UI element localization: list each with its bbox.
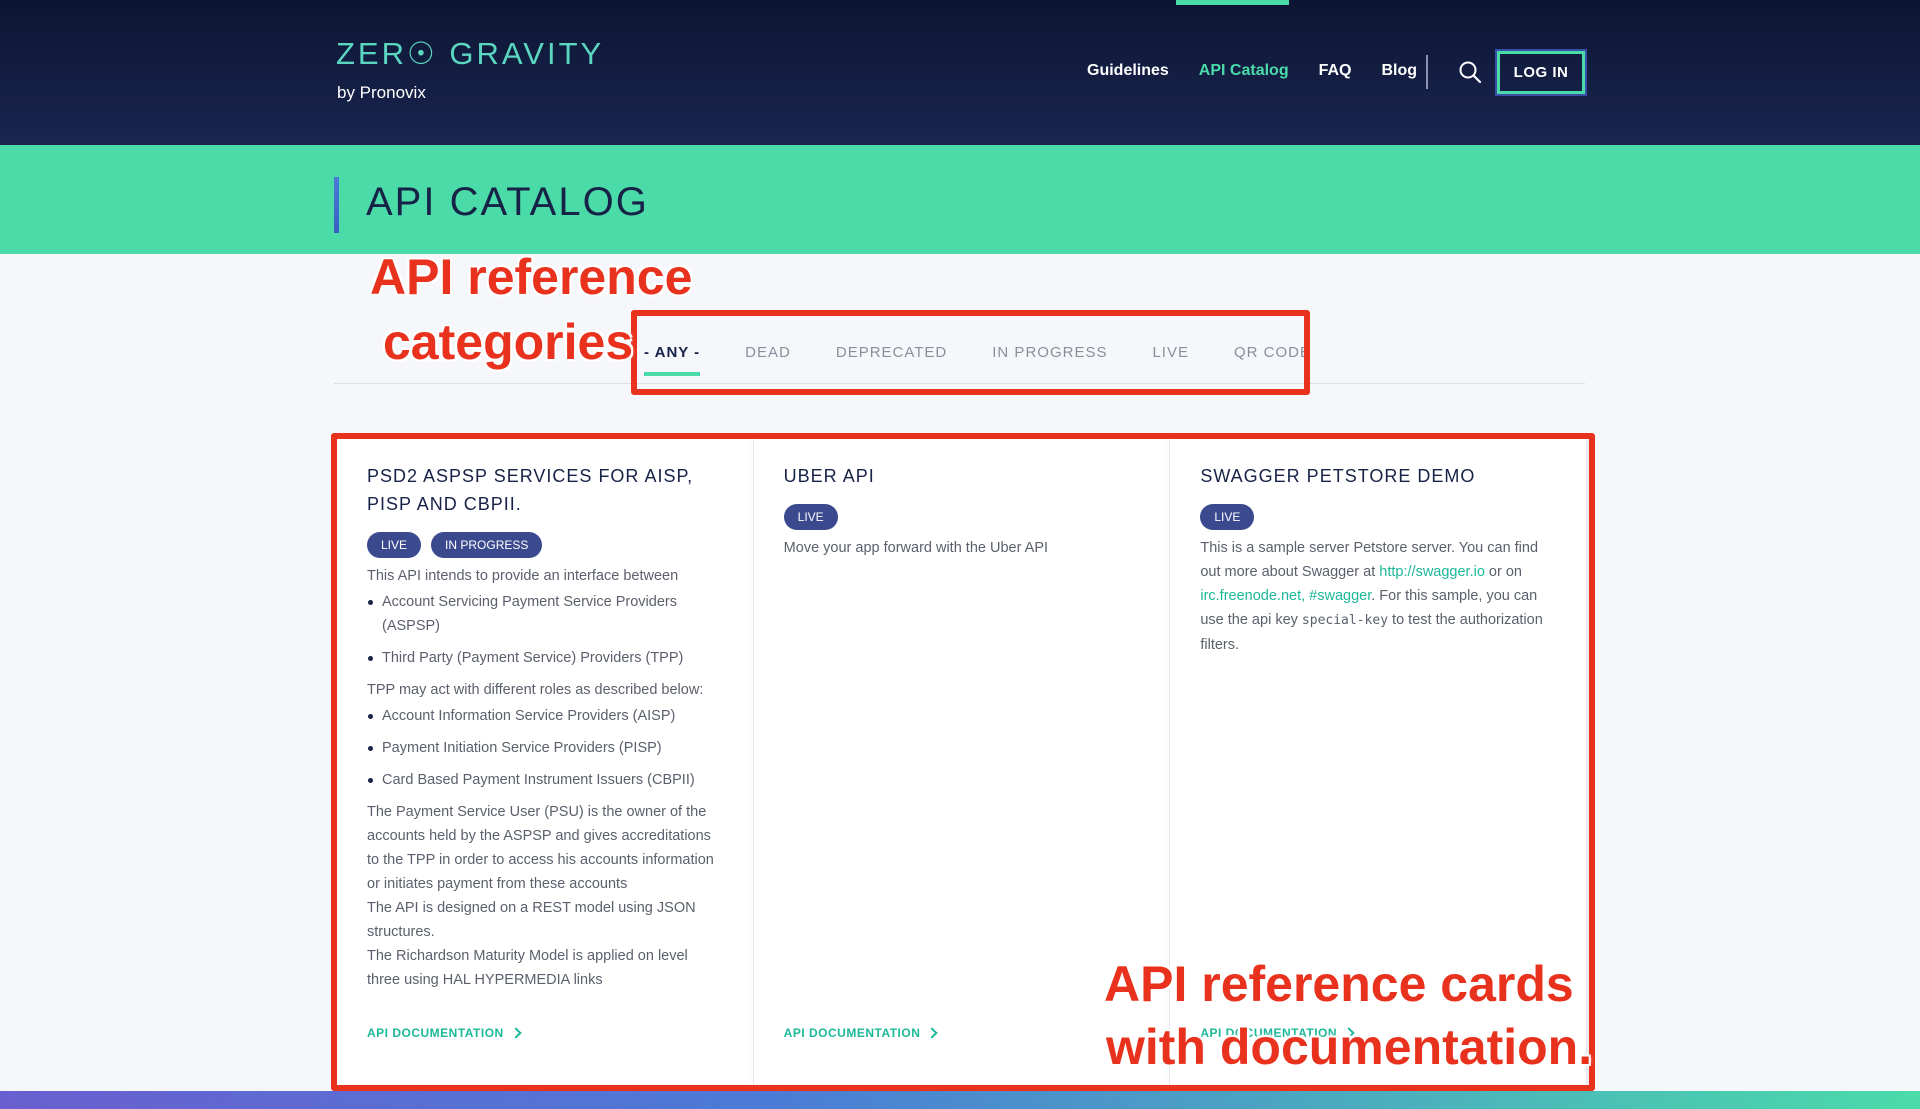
page-banner xyxy=(0,145,1920,254)
nav-guidelines[interactable]: Guidelines xyxy=(1087,62,1169,80)
login-button[interactable]: LOG IN xyxy=(1495,49,1587,96)
nav-blog[interactable]: Blog xyxy=(1381,62,1417,80)
site-logo[interactable]: ZER☉ GRAVITY xyxy=(336,36,604,72)
annotation-label-categories-line1: API reference xyxy=(370,249,693,305)
logo-subtitle: by Pronovix xyxy=(337,83,426,102)
main-nav: Guidelines API Catalog FAQ Blog xyxy=(1087,62,1447,80)
active-nav-indicator xyxy=(1176,0,1289,5)
page-title: API CATALOG xyxy=(366,180,649,224)
annotation-label-cards-line1: API reference cards xyxy=(1104,956,1574,1012)
nav-divider xyxy=(1426,55,1428,89)
footer-gradient-strip xyxy=(0,1091,1920,1109)
annotation-label-categories-line2: categories xyxy=(383,314,634,370)
banner-accent-bar xyxy=(334,177,339,233)
nav-faq[interactable]: FAQ xyxy=(1319,62,1352,80)
annotation-label-cards-line2: with documentation. xyxy=(1106,1019,1593,1075)
annotation-box-categories xyxy=(631,310,1310,395)
site-header xyxy=(0,0,1920,145)
nav-api-catalog[interactable]: API Catalog xyxy=(1199,62,1289,80)
search-icon[interactable] xyxy=(1458,60,1482,84)
